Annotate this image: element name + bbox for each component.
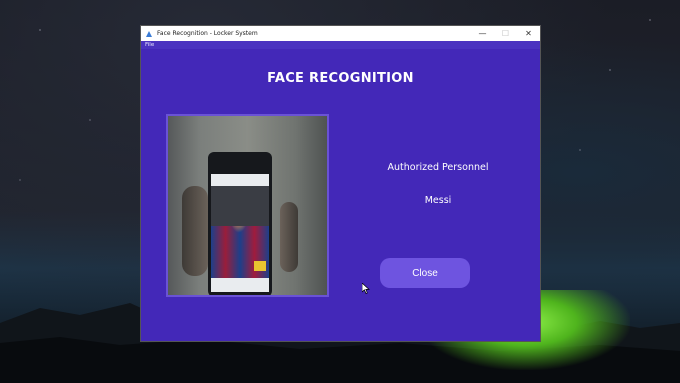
menu-bar: File (141, 41, 540, 49)
app-icon (146, 30, 153, 37)
window-title: Face Recognition - Locker System (157, 30, 258, 37)
hand-shape (182, 186, 208, 276)
camera-feed-image (168, 116, 327, 295)
photo-background (211, 186, 269, 226)
recognized-name: Messi (424, 195, 452, 206)
minimize-button[interactable]: — (471, 26, 494, 41)
phone-in-feed (208, 152, 272, 295)
photo-on-phone (211, 186, 269, 278)
maximize-button[interactable]: ☐ (494, 26, 517, 41)
status-label: Authorized Personnel (387, 162, 489, 173)
phone-screen (211, 174, 269, 292)
title-bar[interactable]: Face Recognition - Locker System — ☐ ✕ (141, 26, 540, 41)
window-controls: — ☐ ✕ (471, 26, 540, 41)
app-window: Face Recognition - Locker System — ☐ ✕ F… (141, 26, 540, 341)
camera-frame (166, 114, 329, 297)
photo-armband (254, 261, 266, 271)
close-button[interactable]: Close (380, 258, 470, 288)
hand-shape-right (280, 202, 298, 272)
mouse-pointer-icon (362, 283, 370, 294)
close-window-button[interactable]: ✕ (517, 26, 540, 41)
menu-file[interactable]: File (145, 42, 154, 48)
page-title: FACE RECOGNITION (267, 71, 414, 86)
